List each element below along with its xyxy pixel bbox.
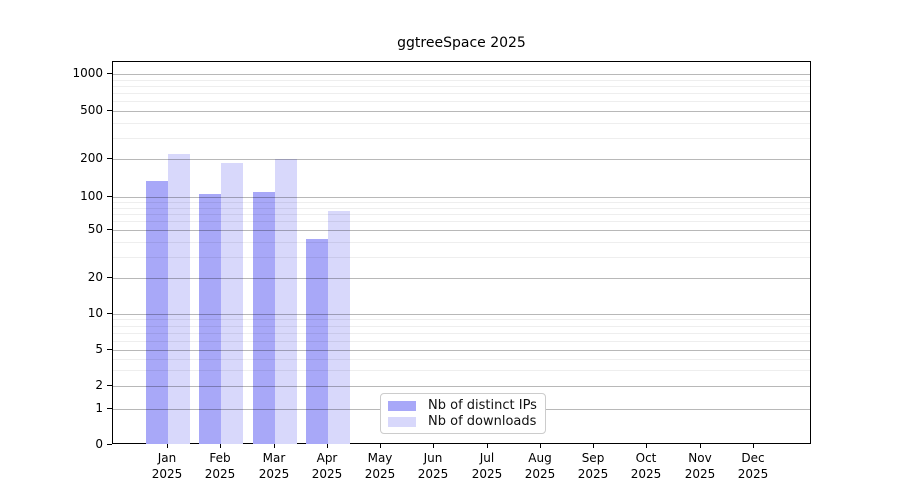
gridline-minor-800 [113,86,810,87]
x-tick-jul [487,444,488,448]
y-tick-label-1: 1 [95,401,103,415]
gridline-major-10 [113,314,810,315]
legend-item-downloads: Nb of downloads [388,414,537,430]
x-tick-label-nov: Nov 2025 [684,451,716,481]
x-tick-label-sep: Sep 2025 [577,451,609,481]
y-tick-label-50: 50 [87,222,103,236]
legend-label-distinct-ips: Nb of distinct IPs [428,398,537,413]
y-tick-label-500: 500 [80,103,103,117]
gridline-minor-4 [113,359,810,360]
y-tick-label-100: 100 [80,189,103,203]
x-tick-oct [646,444,647,448]
x-tick-label-oct: Oct 2025 [630,451,662,481]
y-tick-100 [107,196,112,197]
x-tick-jan [167,444,168,448]
gridline-major-20 [113,278,810,279]
gridline-major-1000 [113,74,810,75]
gridline-minor-700 [113,93,810,94]
gridline-major-50 [113,230,810,231]
gridline-minor-6 [113,341,810,342]
x-tick-may [380,444,381,448]
y-tick-10 [107,313,112,314]
x-tick-aug [540,444,541,448]
y-tick-1000 [107,73,112,74]
x-tick-nov [700,444,701,448]
gridline-minor-400 [113,123,810,124]
grid-layer [113,62,810,443]
x-tick-sep [593,444,594,448]
y-tick-label-10: 10 [87,306,103,320]
gridline-major-500 [113,111,810,112]
y-tick-label-2: 2 [95,378,103,392]
x-tick-label-jan: Jan 2025 [151,451,183,481]
y-tick-200 [107,158,112,159]
x-tick-jun [433,444,434,448]
gridline-minor-7 [113,333,810,334]
gridline-minor-3 [113,370,810,371]
gridline-major-200 [113,159,810,160]
x-tick-dec [753,444,754,448]
x-tick-label-dec: Dec 2025 [737,451,769,481]
gridline-major-5 [113,350,810,351]
x-tick-label-jul: Jul 2025 [471,451,503,481]
gridline-major-2 [113,386,810,387]
y-tick-5 [107,349,112,350]
gridline-minor-300 [113,138,810,139]
legend-swatch-0 [388,401,416,411]
y-tick-500 [107,110,112,111]
download-stats-chart: ggtreeSpace 2025 Nb of distinct IPs Nb o… [0,0,900,500]
y-tick-label-0: 0 [95,437,103,451]
gridline-minor-90 [113,202,810,203]
x-tick-label-feb: Feb 2025 [204,451,236,481]
x-tick-label-mar: Mar 2025 [258,451,290,481]
x-tick-label-aug: Aug 2025 [524,451,556,481]
gridline-minor-900 [113,80,810,81]
x-tick-mar [274,444,275,448]
y-tick-label-20: 20 [87,270,103,284]
y-tick-label-200: 200 [80,151,103,165]
y-tick-1 [107,408,112,409]
gridline-minor-30 [113,257,810,258]
y-tick-20 [107,277,112,278]
gridline-minor-80 [113,208,810,209]
y-tick-0 [107,444,112,445]
gridline-minor-8 [113,326,810,327]
gridline-minor-600 [113,101,810,102]
legend-item-distinct-ips: Nb of distinct IPs [388,398,537,414]
plot-area: Nb of distinct IPs Nb of downloads [112,61,811,444]
x-tick-apr [327,444,328,448]
y-tick-label-1000: 1000 [72,66,103,80]
gridline-minor-40 [113,242,810,243]
y-tick-2 [107,385,112,386]
x-tick-feb [220,444,221,448]
legend-label-downloads: Nb of downloads [428,414,537,429]
gridline-minor-70 [113,214,810,215]
gridline-minor-60 [113,221,810,222]
gridline-major-100 [113,197,810,198]
y-tick-label-5: 5 [95,342,103,356]
chart-title: ggtreeSpace 2025 [397,35,526,51]
y-tick-50 [107,229,112,230]
x-tick-label-may: May 2025 [364,451,396,481]
gridline-minor-9 [113,319,810,320]
legend-swatch-1 [388,417,416,427]
x-tick-label-apr: Apr 2025 [311,451,343,481]
legend: Nb of distinct IPs Nb of downloads [380,393,546,434]
x-tick-label-jun: Jun 2025 [417,451,449,481]
